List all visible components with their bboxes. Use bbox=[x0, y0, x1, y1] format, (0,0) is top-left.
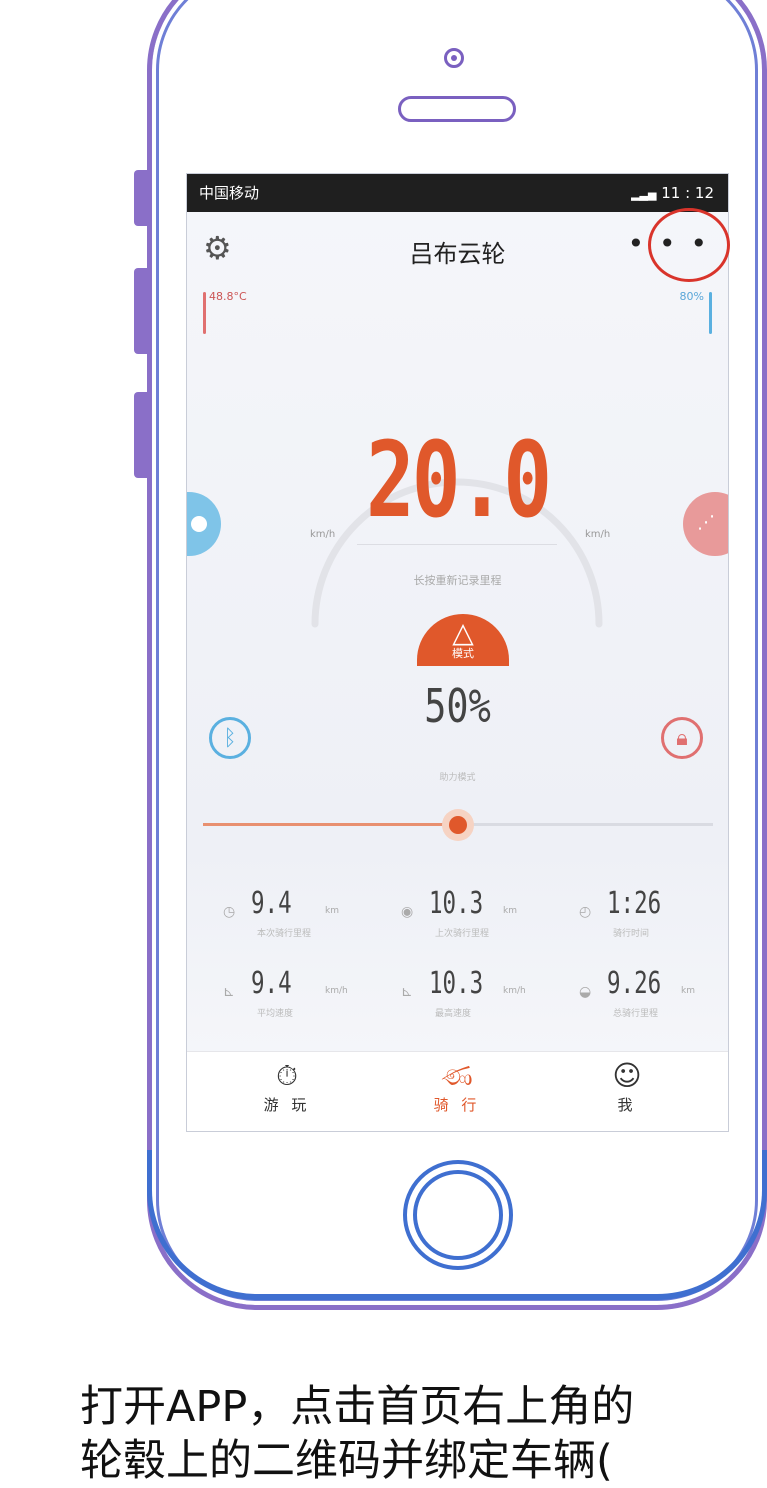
tab-label: 游 玩 bbox=[263, 1096, 311, 1114]
phone-volume-down bbox=[134, 392, 148, 478]
tab-label: 骑 行 bbox=[433, 1096, 481, 1114]
stat-label: 本次骑行里程 bbox=[257, 929, 312, 939]
stat-label: 骑行时间 bbox=[613, 929, 650, 939]
temperature-label: 48.8°C bbox=[209, 290, 247, 303]
speed-value[interactable]: 20.0 bbox=[247, 419, 669, 541]
earpiece-speaker bbox=[398, 96, 516, 122]
stat-item: ◴ 1:26 骑行时间 bbox=[579, 886, 728, 946]
signal-icon: ▂▃▅ bbox=[631, 188, 657, 201]
mode-label: 模式 bbox=[452, 647, 474, 660]
front-camera bbox=[444, 48, 464, 68]
phone-mute-switch bbox=[134, 170, 148, 226]
caption-line-2: 轮毂上的二维码并绑定车辆( bbox=[80, 1436, 613, 1486]
assist-slider-knob[interactable] bbox=[442, 809, 474, 841]
tab-play[interactable]: ⏱︎ 游 玩 bbox=[227, 1058, 347, 1115]
time-label: 11 : 12 bbox=[661, 184, 714, 202]
assist-slider-fill bbox=[203, 823, 458, 826]
eye-icon bbox=[191, 516, 207, 532]
battery-bar bbox=[709, 292, 712, 334]
stat-value: 10.3 bbox=[429, 966, 484, 1001]
stat-unit: km bbox=[681, 986, 695, 996]
stopwatch-icon: ◷ bbox=[223, 904, 236, 920]
stat-value: 10.3 bbox=[429, 886, 484, 921]
more-button-highlight-circle bbox=[648, 208, 730, 282]
caption-line-1: 打开APP，点击首页右上角的 bbox=[80, 1382, 635, 1432]
moon-icon: ◒ bbox=[579, 984, 592, 1000]
temperature-bar bbox=[203, 292, 206, 334]
speed-unit-right: km/h bbox=[585, 529, 611, 540]
app-screen: 中国移动 ▂▃▅ 11 : 12 ⚙ 吕布云轮 • • • 48.8°C 80%… bbox=[186, 173, 729, 1132]
stat-item: ◒ 9.26 km 总骑行里程 bbox=[579, 966, 728, 1026]
max-speed-icon: ⊾ bbox=[401, 984, 413, 1000]
stat-item: ◉ 10.3 km 上次骑行里程 bbox=[401, 886, 571, 946]
speed-unit-left: km/h bbox=[310, 529, 336, 540]
stat-label: 平均速度 bbox=[257, 1009, 294, 1019]
assist-subtitle: 助力模式 bbox=[439, 773, 476, 783]
mode-button[interactable]: △ 模式 bbox=[417, 614, 509, 666]
stat-value: 9.4 bbox=[251, 886, 292, 921]
lock-icon[interactable]: 🔒︎ bbox=[661, 717, 703, 759]
stat-unit: km/h bbox=[503, 986, 526, 996]
stat-unit: km bbox=[325, 906, 339, 916]
bicycle-icon: ණ bbox=[441, 1059, 473, 1092]
stat-value: 1:26 bbox=[607, 886, 662, 921]
stat-value: 9.26 bbox=[607, 966, 662, 1001]
stat-item: ⊾ 10.3 km/h 最高速度 bbox=[401, 966, 571, 1026]
stat-item: ◷ 9.4 km 本次骑行里程 bbox=[223, 886, 393, 946]
triangle-recycle-icon: △ bbox=[452, 616, 474, 649]
status-bar: 中国移动 ▂▃▅ 11 : 12 bbox=[187, 174, 728, 212]
stat-unit: km/h bbox=[325, 986, 348, 996]
status-time: ▂▃▅ 11 : 12 bbox=[631, 174, 714, 214]
person-icon: ☺︎ bbox=[612, 1059, 642, 1092]
tab-ride[interactable]: ණ 骑 行 bbox=[397, 1058, 517, 1115]
share-button[interactable]: ⋰ bbox=[683, 492, 728, 556]
speed-divider bbox=[357, 544, 557, 545]
battery-label: 80% bbox=[679, 290, 704, 303]
bluetooth-icon[interactable]: ᛒ bbox=[209, 717, 251, 759]
eye-button[interactable] bbox=[187, 492, 221, 556]
stopwatch-icon: ⏱︎ bbox=[276, 1059, 298, 1092]
carrier-label: 中国移动 bbox=[199, 184, 260, 202]
stat-value: 9.4 bbox=[251, 966, 292, 1001]
tab-bar: ⏱︎ 游 玩 ණ 骑 行 ☺︎ 我 bbox=[187, 1051, 728, 1131]
clock-icon: ◴ bbox=[579, 904, 592, 920]
stat-unit: km bbox=[503, 906, 517, 916]
speed-subtitle: 长按重新记录里程 bbox=[413, 574, 502, 587]
stat-label: 上次骑行里程 bbox=[435, 929, 490, 939]
tab-label: 我 bbox=[617, 1096, 637, 1114]
stat-label: 总骑行里程 bbox=[613, 1009, 659, 1019]
tab-me[interactable]: ☺︎ 我 bbox=[567, 1058, 687, 1115]
phone-volume-up bbox=[134, 268, 148, 354]
instruction-caption: 打开APP，点击首页右上角的 轮毂上的二维码并绑定车辆( bbox=[80, 1380, 767, 1488]
stat-label: 最高速度 bbox=[435, 1009, 472, 1019]
nav-bar: ⚙ 吕布云轮 • • • bbox=[187, 212, 728, 284]
home-button[interactable] bbox=[403, 1160, 513, 1270]
share-icon: ⋰ bbox=[697, 512, 715, 533]
gauge-icon: ◉ bbox=[401, 904, 414, 920]
avg-speed-icon: ⊾ bbox=[223, 984, 235, 1000]
stat-item: ⊾ 9.4 km/h 平均速度 bbox=[223, 966, 393, 1026]
assist-percent: 50% bbox=[424, 679, 491, 733]
